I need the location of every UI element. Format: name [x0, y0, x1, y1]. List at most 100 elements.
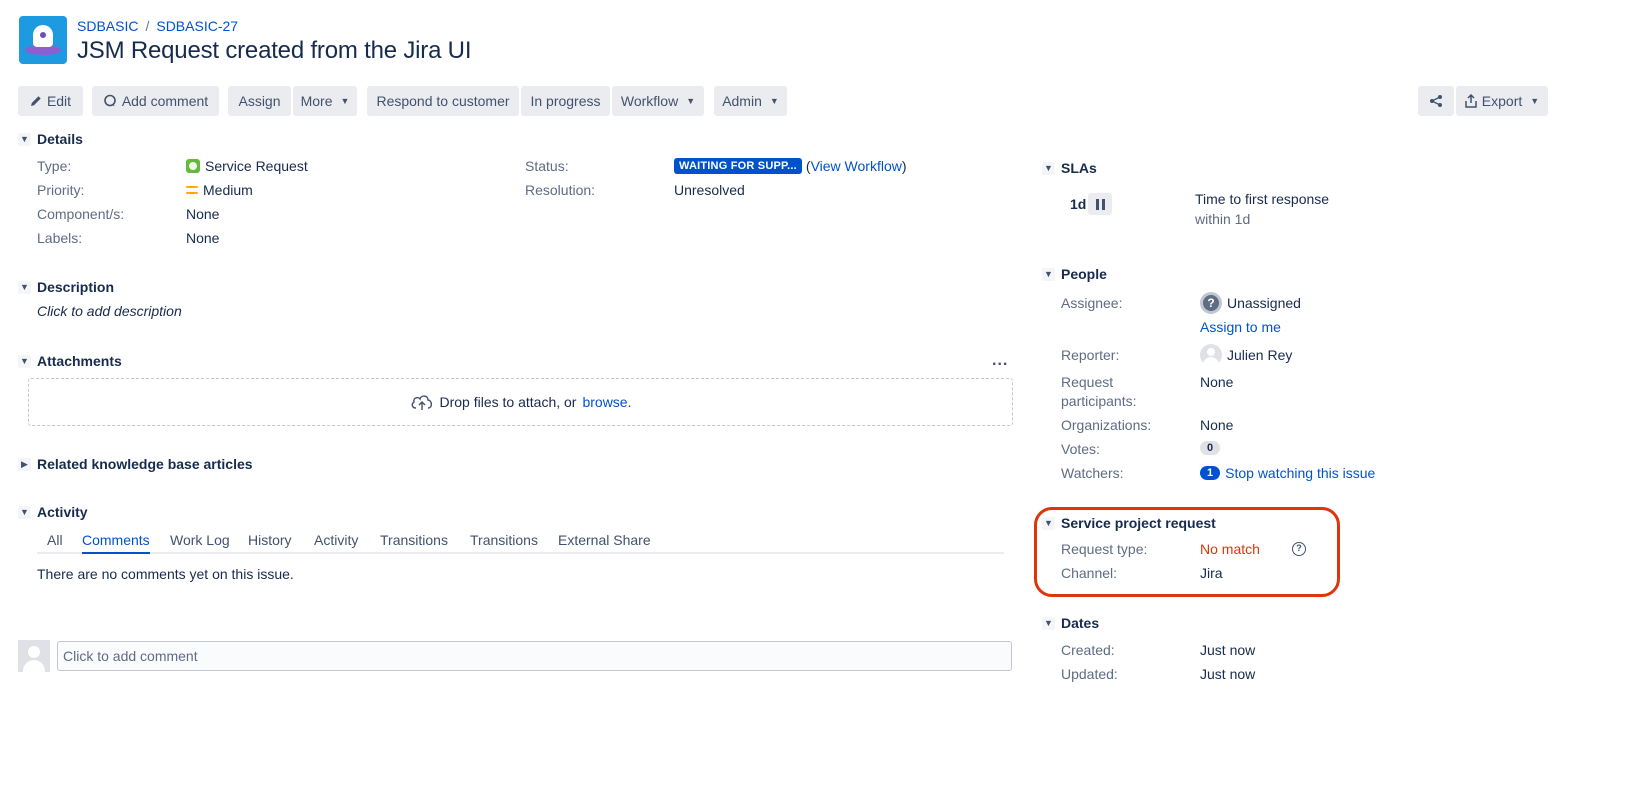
chevron-down-icon[interactable]: ▼ [1042, 161, 1055, 175]
add-comment-button-label: Add comment [121, 93, 209, 109]
tab-all[interactable]: All [47, 532, 63, 552]
assignee-value[interactable]: Unassigned [1200, 292, 1301, 314]
service-request-heading-label: Service project request [1061, 515, 1216, 531]
description-heading[interactable]: ▼ Description [18, 279, 114, 295]
attachments-more-icon[interactable]: ... [992, 352, 1008, 370]
details-heading[interactable]: ▼ Details [18, 131, 83, 147]
chevron-down-icon[interactable]: ▼ [18, 132, 31, 146]
export-button[interactable]: Export ▼ [1456, 86, 1548, 116]
created-value: Just now [1200, 642, 1256, 658]
tab-transitions-2[interactable]: Transitions [470, 532, 538, 552]
created-label: Created: [1061, 642, 1115, 658]
issue-header: SDBASIC / SDBASIC-27 JSM Request created… [19, 16, 471, 65]
tab-history[interactable]: History [248, 532, 292, 552]
channel-value: Jira [1200, 565, 1223, 581]
workflow-button[interactable]: Workflow ▼ [612, 86, 704, 116]
chevron-down-icon[interactable]: ▼ [1042, 267, 1055, 281]
dates-heading[interactable]: ▼ Dates [1042, 615, 1099, 631]
type-value[interactable]: Service Request [186, 158, 308, 174]
page-title[interactable]: JSM Request created from the Jira UI [77, 37, 471, 65]
share-button[interactable] [1418, 86, 1454, 116]
tab-work-log[interactable]: Work Log [170, 532, 230, 552]
stop-watching-link[interactable]: Stop watching this issue [1225, 465, 1375, 481]
tab-external-share[interactable]: External Share [558, 532, 651, 552]
components-value[interactable]: None [186, 206, 219, 222]
share-icon [1430, 95, 1442, 107]
priority-medium-icon [186, 185, 198, 195]
slas-heading[interactable]: ▼ SLAs [1042, 160, 1097, 176]
priority-label: Priority: [37, 182, 85, 198]
respond-to-customer-button[interactable]: Respond to customer [367, 86, 519, 116]
organizations-value[interactable]: None [1200, 417, 1233, 433]
more-button-label: More [300, 93, 333, 109]
reporter-value[interactable]: Julien Rey [1200, 344, 1292, 366]
chevron-down-icon[interactable]: ▼ [18, 505, 31, 519]
related-articles-heading[interactable]: ▶ Related knowledge base articles [18, 456, 253, 472]
details-heading-label: Details [37, 131, 83, 147]
pause-icon[interactable] [1088, 193, 1112, 215]
type-label: Type: [37, 158, 72, 174]
activity-heading[interactable]: ▼ Activity [18, 504, 88, 520]
breadcrumb-issue-link[interactable]: SDBASIC-27 [156, 18, 238, 34]
sla-remaining-time: 1d [1070, 196, 1087, 212]
pencil-icon [30, 96, 41, 106]
organizations-label: Organizations: [1061, 417, 1152, 433]
add-comment-input[interactable]: Click to add comment [57, 641, 1012, 671]
cloud-upload-icon [411, 395, 432, 410]
assign-button[interactable]: Assign [228, 86, 291, 116]
request-type-value[interactable]: No match [1200, 541, 1260, 557]
people-heading[interactable]: ▼ People [1042, 266, 1107, 282]
votes-value[interactable]: 0 [1200, 441, 1221, 455]
edit-button-label: Edit [46, 93, 72, 109]
votes-label: Votes: [1061, 441, 1100, 457]
reporter-value-text: Julien Rey [1227, 347, 1293, 363]
tab-activity[interactable]: Activity [314, 532, 358, 552]
add-comment-button[interactable]: Add comment [92, 86, 219, 116]
chevron-down-icon[interactable]: ▼ [1042, 616, 1055, 630]
browse-link[interactable]: browse. [582, 394, 631, 410]
dates-heading-label: Dates [1061, 615, 1100, 631]
tab-transitions-1[interactable]: Transitions [380, 532, 448, 552]
activity-heading-label: Activity [37, 504, 88, 520]
status-lozenge[interactable]: WAITING FOR SUPP... [674, 158, 802, 174]
breadcrumb-separator: / [145, 18, 150, 34]
watchers-value: 1 Stop watching this issue [1200, 465, 1375, 481]
resolution-value: Unresolved [674, 182, 745, 198]
project-avatar-icon[interactable] [19, 16, 67, 64]
sla-name: Time to first response [1195, 191, 1330, 207]
attachments-heading-label: Attachments [37, 353, 122, 369]
priority-value-text: Medium [203, 182, 253, 198]
watchers-label: Watchers: [1061, 465, 1124, 481]
assign-to-me-link[interactable]: Assign to me [1200, 319, 1281, 335]
labels-value[interactable]: None [186, 230, 219, 246]
attachments-heading[interactable]: ▼ Attachments [18, 353, 122, 369]
tab-comments[interactable]: Comments [82, 532, 150, 554]
type-value-text: Service Request [205, 158, 308, 174]
workflow-label: Workflow [620, 93, 679, 109]
respond-to-customer-label: Respond to customer [376, 93, 510, 109]
chevron-down-icon[interactable]: ▼ [1042, 516, 1055, 530]
service-request-icon [186, 159, 200, 173]
watchers-count-badge[interactable]: 1 [1200, 466, 1221, 480]
attachment-dropzone[interactable]: Drop files to attach, or browse. [28, 378, 1013, 426]
admin-button[interactable]: Admin ▼ [714, 86, 787, 116]
more-button[interactable]: More ▼ [293, 86, 357, 116]
breadcrumb-project-link[interactable]: SDBASIC [77, 18, 138, 34]
participants-value[interactable]: None [1200, 374, 1233, 390]
labels-label: Labels: [37, 230, 83, 246]
current-user-avatar [18, 640, 50, 672]
help-icon[interactable]: ? [1292, 542, 1306, 556]
updated-value: Just now [1200, 666, 1256, 682]
chevron-right-icon[interactable]: ▶ [18, 457, 31, 471]
priority-value[interactable]: Medium [186, 182, 253, 198]
chevron-down-icon[interactable]: ▼ [18, 280, 31, 294]
service-request-heading[interactable]: ▼ Service project request [1042, 515, 1216, 531]
chevron-down-icon: ▼ [1530, 96, 1540, 106]
view-workflow-link[interactable]: View Workflow [811, 158, 902, 174]
in-progress-button[interactable]: In progress [521, 86, 610, 116]
comment-icon [104, 94, 116, 107]
chevron-down-icon[interactable]: ▼ [18, 354, 31, 368]
description-placeholder[interactable]: Click to add description [37, 303, 182, 319]
edit-button[interactable]: Edit [18, 86, 83, 116]
sla-goal: within 1d [1195, 211, 1251, 227]
